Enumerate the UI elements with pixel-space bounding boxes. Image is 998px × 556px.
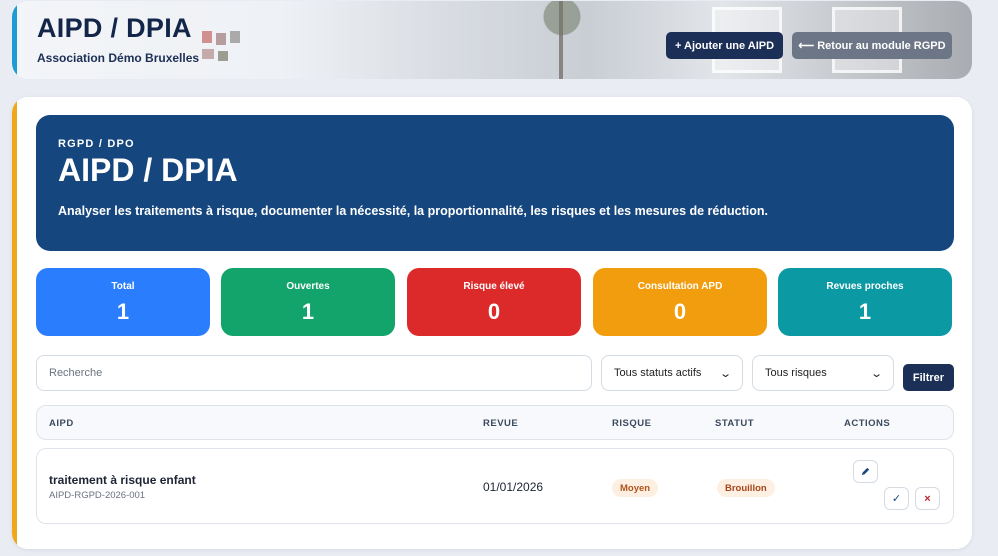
- check-icon: ✓: [891, 493, 902, 505]
- stat-open: Ouvertes 1: [221, 268, 395, 336]
- header-accent-bar: [12, 1, 17, 79]
- risk-select[interactable]: Tous risques ⌄: [752, 355, 894, 391]
- add-aipd-button[interactable]: + Ajouter une AIPD: [666, 32, 783, 59]
- edit-button[interactable]: [853, 460, 878, 483]
- stat-value: 1: [858, 299, 872, 324]
- stat-apd-consultation: Consultation APD 0: [593, 268, 767, 336]
- delete-button[interactable]: ×: [915, 487, 940, 510]
- hero-banner: RGPD / DPO AIPD / DPIA Analyser les trai…: [36, 115, 954, 251]
- review-date: 01/01/2026: [483, 480, 544, 494]
- filter-button[interactable]: Filtrer: [903, 364, 954, 391]
- aipd-name[interactable]: traitement à risque enfant: [49, 473, 196, 487]
- top-header: AIPD / DPIA Association Démo Bruxelles +…: [12, 1, 972, 79]
- chevron-down-icon: ⌄: [718, 367, 732, 380]
- column-header-review: REVUE: [483, 418, 519, 429]
- stat-value: 1: [301, 299, 315, 324]
- stat-value: 0: [673, 299, 687, 324]
- status-select[interactable]: Tous statuts actifs ⌄: [601, 355, 743, 391]
- column-header-risk: RISQUE: [612, 418, 652, 429]
- back-to-rgpd-button[interactable]: ⟵ Retour au module RGPD: [792, 32, 952, 59]
- page-title: AIPD / DPIA: [37, 13, 192, 43]
- stat-label: Revues proches: [826, 281, 904, 292]
- organization-name: Association Démo Bruxelles: [37, 51, 200, 65]
- risk-badge: Moyen: [612, 479, 659, 497]
- hero-heading: AIPD / DPIA: [58, 152, 238, 188]
- background-plant: [532, 1, 592, 79]
- column-header-actions: ACTIONS: [844, 418, 891, 429]
- stat-upcoming-reviews: Revues proches 1: [778, 268, 952, 336]
- stat-label: Consultation APD: [637, 281, 723, 292]
- status-badge: Brouillon: [717, 479, 775, 497]
- table-header: AIPD REVUE RISQUE STATUT ACTIONS: [36, 405, 954, 440]
- stat-label: Total: [111, 281, 135, 292]
- background-posters: [202, 31, 252, 75]
- main-card: RGPD / DPO AIPD / DPIA Analyser les trai…: [12, 97, 972, 549]
- chevron-down-icon: ⌄: [869, 367, 883, 380]
- stat-label: Ouvertes: [286, 281, 330, 292]
- stat-total: Total 1: [36, 268, 210, 336]
- validate-button[interactable]: ✓: [884, 487, 909, 510]
- stat-high-risk: Risque élevé 0: [407, 268, 581, 336]
- hero-description: Analyser les traitements à risque, docum…: [58, 204, 768, 218]
- stat-value: 1: [116, 299, 130, 324]
- table-row: traitement à risque enfant AIPD-RGPD-202…: [36, 448, 954, 524]
- column-header-status: STATUT: [715, 418, 755, 429]
- aipd-reference: AIPD-RGPD-2026-001: [49, 490, 146, 501]
- hero-eyebrow: RGPD / DPO: [58, 138, 135, 150]
- stat-value: 0: [487, 299, 501, 324]
- close-icon: ×: [924, 492, 931, 505]
- edit-icon: [861, 467, 870, 476]
- column-header-aipd: AIPD: [49, 418, 74, 429]
- card-accent-bar: [12, 97, 17, 549]
- search-input[interactable]: [36, 355, 592, 391]
- risk-select-value: Tous risques: [765, 367, 827, 379]
- status-select-value: Tous statuts actifs: [614, 367, 702, 379]
- stat-label: Risque élevé: [463, 281, 525, 292]
